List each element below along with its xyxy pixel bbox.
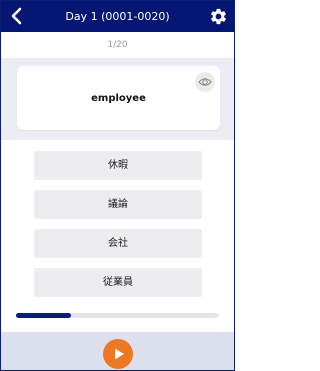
answer-option-3[interactable]: 会社: [34, 229, 202, 258]
reveal-button[interactable]: [195, 72, 215, 92]
card-area: employee: [1, 58, 234, 140]
word-card: employee: [17, 66, 220, 130]
page-title: Day 1 (0001-0020): [65, 10, 170, 23]
top-bar: Day 1 (0001-0020): [1, 1, 234, 32]
settings-button[interactable]: [209, 7, 228, 26]
question-counter: 1/20: [107, 40, 128, 50]
answer-option-2[interactable]: 議論: [34, 190, 202, 219]
chevron-left-icon: [11, 7, 22, 25]
gear-icon: [211, 8, 226, 25]
play-button[interactable]: [103, 339, 133, 369]
app-window: Day 1 (0001-0020) 1/20 employee 休暇 議論 会社…: [0, 0, 235, 371]
play-icon: [115, 348, 124, 360]
back-button[interactable]: [7, 6, 27, 26]
answer-area: 休暇 議論 会社 従業員: [1, 140, 234, 332]
progress-fill: [16, 313, 71, 318]
card-word: employee: [91, 93, 146, 104]
counter-area: 1/20: [1, 32, 234, 58]
bottom-bar: [1, 332, 234, 370]
progress-bar: [16, 313, 219, 318]
answer-option-1[interactable]: 休暇: [34, 151, 202, 180]
answer-option-4[interactable]: 従業員: [34, 268, 202, 297]
eye-icon: [198, 78, 212, 86]
